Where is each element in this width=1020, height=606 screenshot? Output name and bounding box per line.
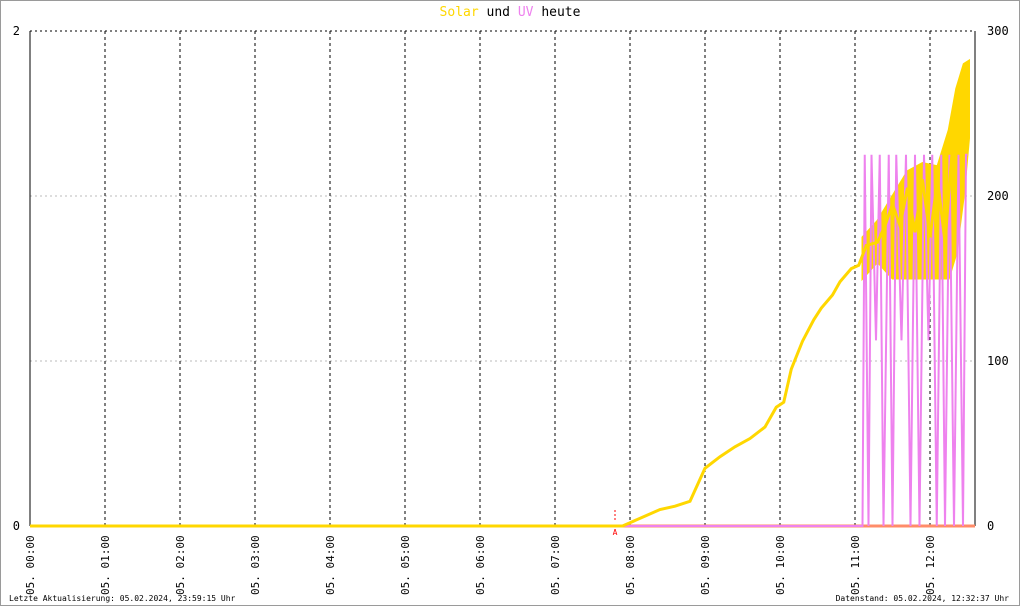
data-status-text: Datenstand: 05.02.2024, 12:32:37 Uhr (835, 594, 1009, 603)
x-tick-label: 05. 09:00 (699, 535, 712, 595)
x-tick-label: 05. 07:00 (549, 535, 562, 595)
x-tick-label: 05. 12:00 (924, 535, 937, 595)
x-tick-label: 05. 11:00 (849, 535, 862, 595)
sunrise-marker-label: A (613, 528, 618, 537)
x-tick-label: 05. 00:00 (24, 535, 37, 595)
x-tick-label: 05. 08:00 (624, 535, 637, 595)
y-right-tick-label: 200 (987, 189, 1009, 203)
y-left-tick-label: 0 (13, 519, 20, 533)
x-tick-label: 05. 10:00 (774, 535, 787, 595)
x-tick-label: 05. 06:00 (474, 535, 487, 595)
x-tick-label: 05. 05:00 (399, 535, 412, 595)
line-chart: 0 2 0 100 200 300 05. 00:00 05. 01:00 05. 02:00 0… (13, 24, 1009, 595)
y-left-tick-label: 2 (13, 24, 20, 38)
last-update-text: Letzte Aktualisierung: 05.02.2024, 23:59… (9, 594, 236, 603)
chart-window: Solar und UV heute 0 2 0 100 200 300 05. 00:00… (0, 0, 1020, 606)
x-tick-label: 05. 03:00 (249, 535, 262, 595)
solar-series-line (30, 80, 968, 528)
x-tick-label: 05. 04:00 (324, 535, 337, 595)
x-tick-label: 05. 01:00 (99, 535, 112, 595)
x-tick-label: 05. 02:00 (174, 535, 187, 595)
y-right-tick-label: 0 (987, 519, 994, 533)
y-right-tick-label: 300 (987, 24, 1009, 38)
y-right-tick-label: 100 (987, 354, 1009, 368)
uv-series-line (30, 153, 968, 527)
